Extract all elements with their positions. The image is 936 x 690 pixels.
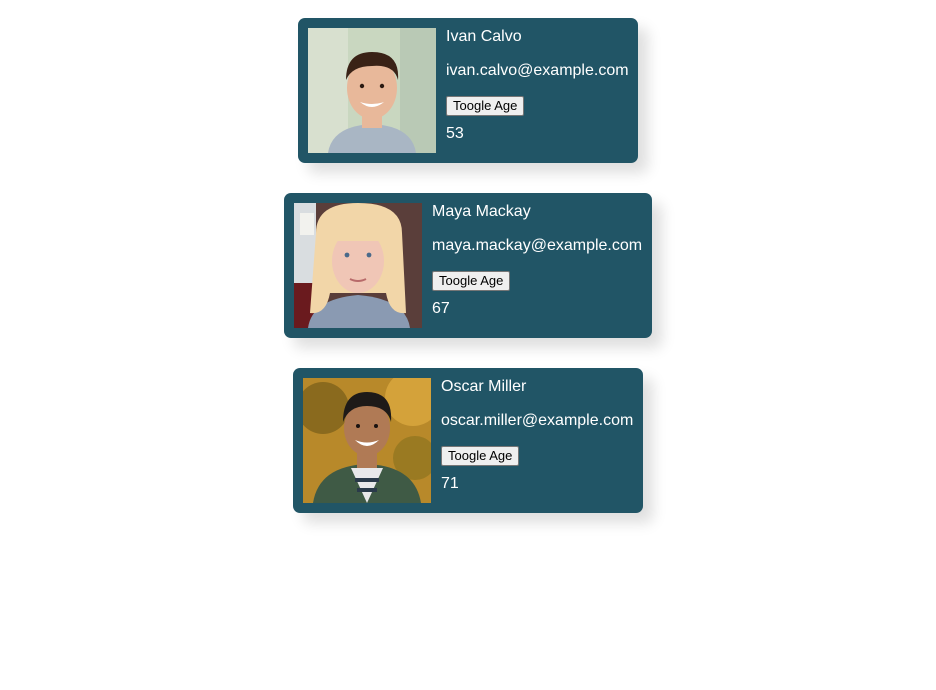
user-info: Oscar Miller oscar.miller@example.com To… xyxy=(441,378,633,493)
user-age: 71 xyxy=(441,475,459,492)
avatar xyxy=(294,203,422,328)
avatar xyxy=(303,378,431,503)
user-email: oscar.miller@example.com xyxy=(441,412,634,429)
user-name: Ivan Calvo xyxy=(446,28,522,45)
user-email: maya.mackay@example.com xyxy=(432,237,643,254)
user-name: Maya Mackay xyxy=(432,203,531,220)
avatar xyxy=(308,28,436,153)
user-email: ivan.calvo@example.com xyxy=(446,62,629,79)
woman-blonde-portrait-icon xyxy=(294,203,422,328)
man-smiling-outdoor-portrait-icon xyxy=(303,378,431,503)
toggle-age-button[interactable]: Toogle Age xyxy=(446,96,525,116)
toggle-age-button[interactable]: Toogle Age xyxy=(441,446,520,466)
user-info: Ivan Calvo ivan.calvo@example.com Toogle… xyxy=(446,28,629,143)
user-card: Oscar Miller oscar.miller@example.com To… xyxy=(293,368,643,513)
user-card-list: Ivan Calvo ivan.calvo@example.com Toogle… xyxy=(0,0,936,543)
user-card: Ivan Calvo ivan.calvo@example.com Toogle… xyxy=(298,18,638,163)
user-age: 67 xyxy=(432,300,450,317)
man-short-hair-portrait-icon xyxy=(308,28,436,153)
user-name: Oscar Miller xyxy=(441,378,527,395)
user-card: Maya Mackay maya.mackay@example.com Toog… xyxy=(284,193,652,338)
user-info: Maya Mackay maya.mackay@example.com Toog… xyxy=(432,203,642,318)
toggle-age-button[interactable]: Toogle Age xyxy=(432,271,511,291)
user-age: 53 xyxy=(446,125,464,142)
